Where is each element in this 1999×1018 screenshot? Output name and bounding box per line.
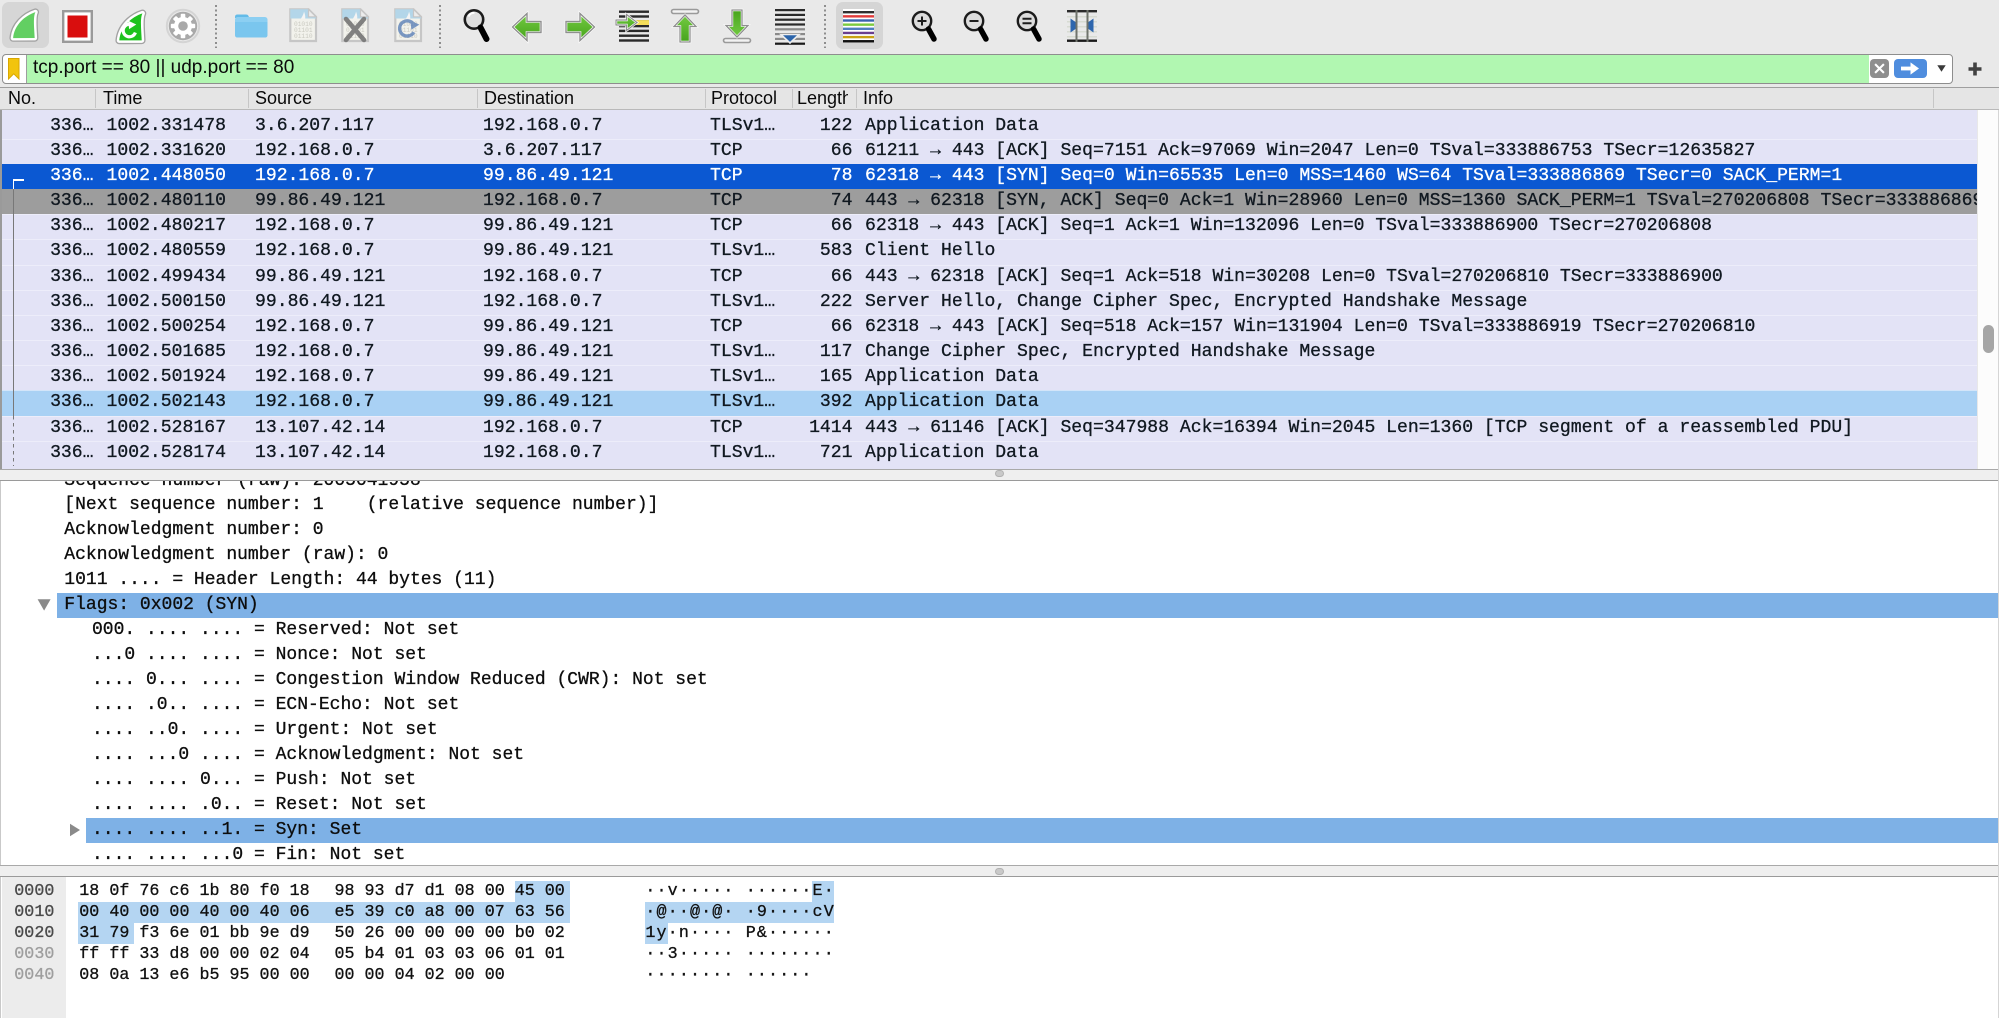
svg-text:01110: 01110 bbox=[294, 33, 313, 40]
